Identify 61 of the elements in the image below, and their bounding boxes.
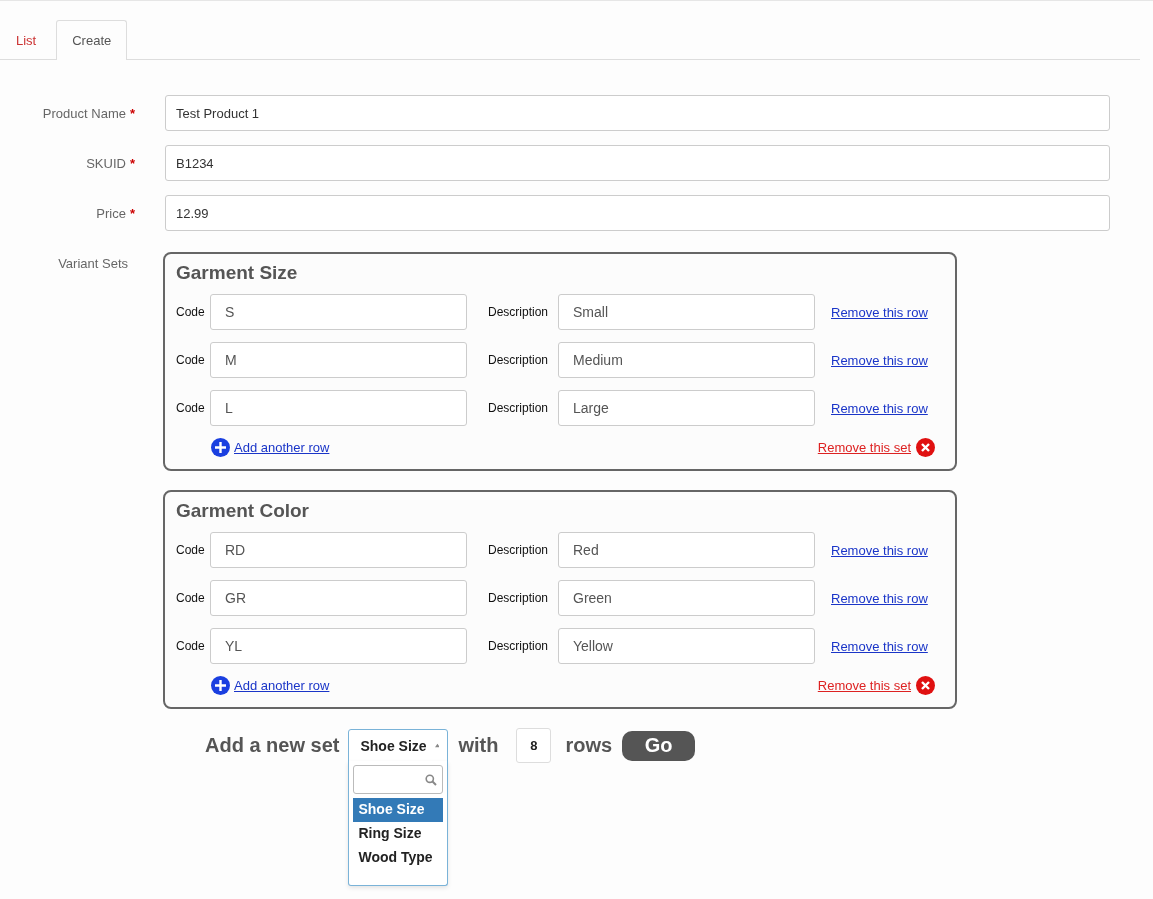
code-input[interactable]: L [210,390,467,426]
remove-row-link[interactable]: Remove this row [831,590,928,606]
code-label: Code [176,639,206,653]
input-field[interactable]: 12.99 [165,195,1110,231]
close-icon[interactable] [916,676,935,695]
description-label: Description [488,543,550,557]
description-input[interactable]: Red [558,532,815,568]
description-label: Description [488,639,550,653]
set-title: Garment Size [176,262,299,284]
code-label: Code [176,591,206,605]
description-input[interactable]: Large [558,390,815,426]
description-label: Description [488,353,550,367]
description-input[interactable]: Yellow [558,628,815,664]
rows-label: rows [565,734,613,757]
input-field[interactable]: B1234 [165,145,1110,181]
code-input[interactable]: S [210,294,467,330]
remove-set-link[interactable]: Remove this set [817,440,911,455]
set-type-select[interactable]: Shoe Size [348,729,449,762]
add-set-label: Add a new set [205,734,340,757]
code-input[interactable]: M [210,342,467,378]
code-label: Code [176,305,206,319]
remove-row-link[interactable]: Remove this row [831,542,928,558]
add-row-link[interactable]: Add another row [234,678,330,693]
remove-row-link[interactable]: Remove this row [831,638,928,654]
description-input[interactable]: Medium [558,342,815,378]
description-input[interactable]: Green [558,580,815,616]
search-icon [425,773,438,786]
dropdown-option[interactable]: Shoe Size [353,798,444,822]
code-label: Code [176,401,206,415]
dropdown-option[interactable]: Ring Size [353,822,444,846]
close-icon[interactable] [916,438,935,457]
set-title: Garment Color [176,500,311,522]
plus-icon[interactable] [211,438,230,457]
row-count-input[interactable]: 8 [516,728,552,763]
remove-set-link[interactable]: Remove this set [817,678,911,693]
description-label: Description [488,591,550,605]
code-label: Code [176,353,206,367]
tab[interactable]: Create [56,20,128,60]
description-label: Description [488,305,550,319]
field-label: Variant Sets [57,255,129,271]
caret-icon [434,743,440,748]
tab[interactable]: List [0,20,53,59]
remove-row-link[interactable]: Remove this row [831,304,928,320]
dropdown-option[interactable]: Wood Type [353,846,444,870]
search-field[interactable] [353,765,444,794]
remove-row-link[interactable]: Remove this row [831,400,928,416]
add-row-link[interactable]: Add another row [234,440,330,455]
with-label: with [458,734,499,757]
field-label: Product Name * [41,105,136,121]
code-label: Code [176,543,206,557]
field-label: SKUID * [85,155,136,171]
description-input[interactable]: Small [558,294,815,330]
field-label: Price * [95,205,136,221]
input-field[interactable]: Test Product 1 [165,95,1110,131]
code-input[interactable]: YL [210,628,467,664]
code-input[interactable]: RD [210,532,467,568]
plus-icon[interactable] [211,676,230,695]
description-label: Description [488,401,550,415]
go-button[interactable]: Go [622,730,696,761]
code-input[interactable]: GR [210,580,467,616]
remove-row-link[interactable]: Remove this row [831,352,928,368]
